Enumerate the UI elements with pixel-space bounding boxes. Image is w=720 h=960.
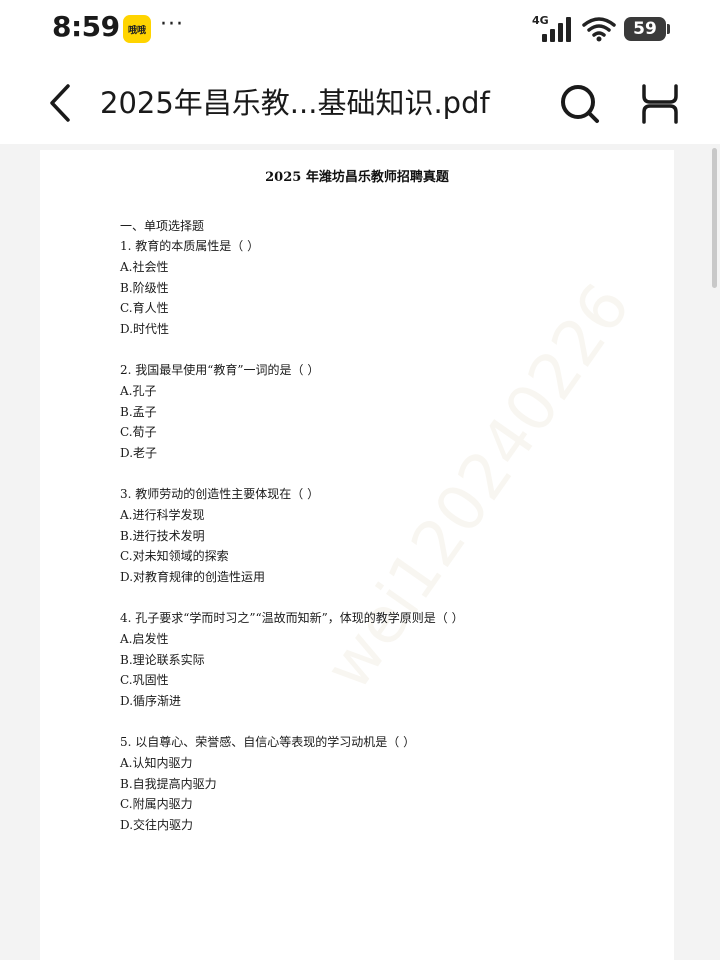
question-block: 4. 孔子要求“学而时习之”“温故而知新”，体现的教学原则是（ ） A.启发性 B.… [120,608,640,712]
answer-option: A.启发性 [120,631,169,646]
answer-option: D.时代性 [120,322,170,337]
questions-container: 1. 教育的本质属性是（ ） A.社会性 B.阶级性 C.育人性 D.时代性 2. 我国最… [120,236,640,836]
question-block: 3. 教师劳动的创造性主要体现在（ ） A.进行科学发现 B.进行技术发明 C.对未知… [120,484,640,588]
search-icon [561,85,599,123]
fullscreen-button[interactable] [636,80,684,128]
answer-option: C.荀子 [120,425,157,440]
cellular-signal-icon: 4G [532,14,576,42]
status-time: 8:59 [52,10,120,43]
answer-option: D.对教育规律的创造性运用 [120,570,266,585]
question-text: 5. 以自尊心、荣誉感、自信心等表现的学习动机是（ ） [120,734,416,749]
answer-option: B.理论联系实际 [120,652,205,667]
battery-tip [667,24,670,34]
pdf-viewer-screen: 8:59 哦哦 ··· 4G 59 2025年昌乐教...基础知识.pdf we… [0,0,720,960]
scrollbar[interactable] [712,148,717,288]
document-title: 2025年昌乐教...基础知识.pdf [100,86,490,120]
question-text: 1. 教育的本质属性是（ ） [120,239,260,253]
answer-option: B.孟子 [120,404,157,419]
answer-option: A.孔子 [120,383,157,398]
answer-option: A.认知内驱力 [120,755,193,770]
question-list: 一、单项选择题 1. 教育的本质属性是（ ） A.社会性 B.阶级性 C.育人性 D.时… [120,216,640,856]
fullscreen-icon [642,84,678,124]
question-block: 5. 以自尊心、荣誉感、自信心等表现的学习动机是（ ） A.认知内驱力 B.自我提高… [120,732,640,836]
chevron-left-icon [50,84,70,122]
title-bar: 2025年昌乐教...基础知识.pdf [0,64,720,144]
answer-option: D.老子 [120,446,158,461]
answer-option: B.自我提高内驱力 [120,776,217,791]
answer-option: C.育人性 [120,301,169,316]
answer-option: D.交往内驱力 [120,818,194,833]
question-text: 2. 我国最早使用“教育”一词的是（ ） [120,362,320,377]
question-block: 2. 我国最早使用“教育”一词的是（ ） A.孔子 B.孟子 C.荀子 D.老子 [120,360,640,464]
page-heading: 2025 年潍坊昌乐教师招聘真题 [265,170,449,185]
question-block: 1. 教育的本质属性是（ ） A.社会性 B.阶级性 C.育人性 D.时代性 [120,236,640,340]
section-title: 一、单项选择题 [120,219,205,233]
status-bar: 8:59 哦哦 ··· 4G 59 [0,0,720,64]
pdf-page: wei120240226 2025 年潍坊昌乐教师招聘真题 一、单项选择题 1.… [40,150,674,960]
answer-option: D.循序渐进 [120,694,182,709]
back-button[interactable] [38,78,82,128]
answer-option: C.对未知领域的探索 [120,549,229,564]
pdf-content-area[interactable]: wei120240226 2025 年潍坊昌乐教师招聘真题 一、单项选择题 1.… [0,144,720,960]
answer-option: C.附属内驱力 [120,797,193,812]
more-notifications-indicator: ··· [160,12,184,37]
answer-option: A.社会性 [120,259,169,274]
app-notification-icon: 哦哦 [123,15,151,43]
answer-option: B.进行技术发明 [120,528,205,543]
search-button[interactable] [556,80,604,128]
answer-option: C.巩固性 [120,673,169,688]
answer-option: B.阶级性 [120,280,169,295]
question-text: 3. 教师劳动的创造性主要体现在（ ） [120,486,320,501]
battery-indicator: 59 [624,17,666,41]
question-text: 4. 孔子要求“学而时习之”“温故而知新”，体现的教学原则是（ ） [120,610,464,625]
wifi-icon [582,16,616,46]
answer-option: A.进行科学发现 [120,507,205,522]
